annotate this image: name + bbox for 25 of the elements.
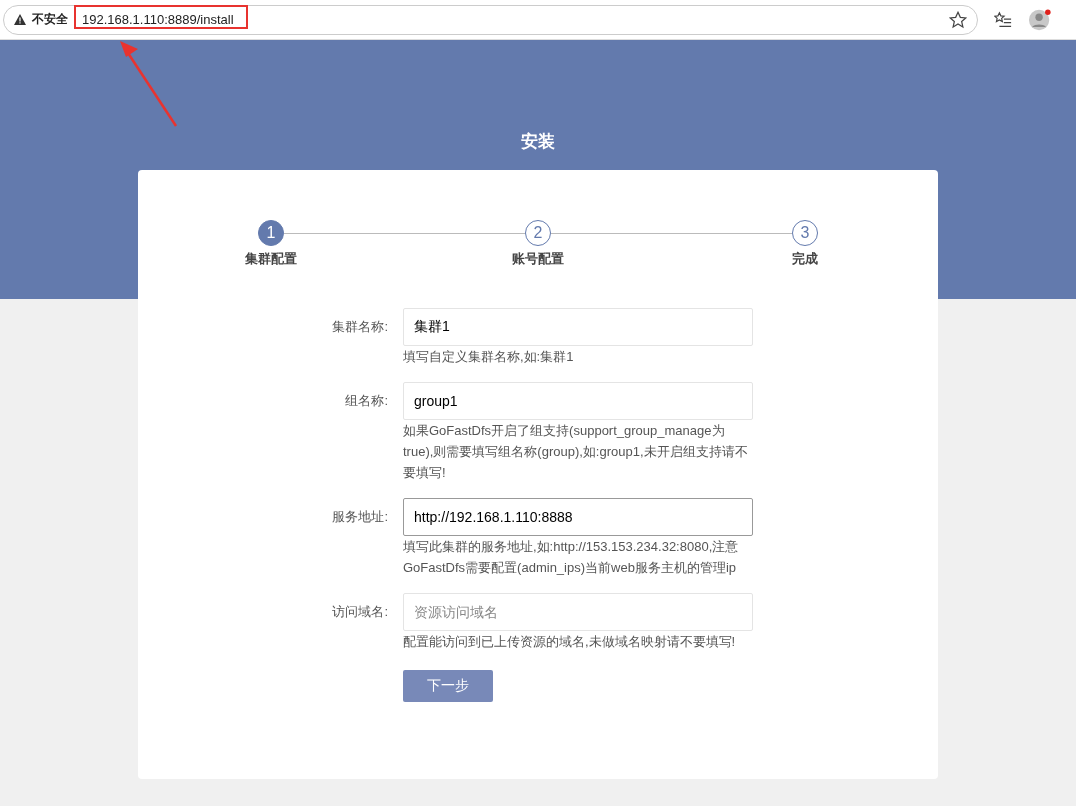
step-number[interactable]: 1 — [258, 220, 284, 246]
step-number[interactable]: 3 — [792, 220, 818, 246]
help-text: 如果GoFastDfs开启了组支持(support_group_manage为true),则需要填写组名称(group),如:group1,未开启组支持请不要填写! — [403, 422, 749, 482]
security-label[interactable]: 不安全 — [32, 11, 68, 28]
step-label: 账号配置 — [512, 250, 564, 268]
avatar-icon[interactable] — [1028, 7, 1052, 32]
page-title: 安装 — [521, 131, 555, 153]
input-field[interactable]: group1 — [403, 382, 753, 420]
url-text[interactable]: 192.168.1.110:8889/install — [82, 12, 949, 27]
help-text: 填写自定义集群名称,如:集群1 — [403, 348, 575, 366]
warning-icon — [14, 14, 26, 25]
step-label: 完成 — [792, 250, 818, 268]
field-label: 服务地址: — [331, 508, 389, 526]
help-text: 配置能访问到已上传资源的域名,未做域名映射请不要填写! — [403, 633, 737, 651]
step-label: 集群配置 — [245, 250, 297, 268]
field-label: 组名称: — [344, 392, 389, 410]
input-field[interactable]: http://192.168.1.110:8888 — [403, 498, 753, 536]
reading-list-icon[interactable] — [994, 10, 1012, 29]
star-icon[interactable] — [949, 10, 967, 29]
input-field[interactable]: 资源访问域名 — [403, 593, 753, 631]
input-field[interactable]: 集群1 — [403, 308, 753, 346]
field-label: 集群名称: — [331, 318, 389, 336]
help-text: 填写此集群的服务地址,如:http://153.153.234.32:8080,注意GoFastDfs需要配置(admin_ips)当前web服务主机的管理ip — [403, 538, 740, 577]
field-label: 访问域名: — [331, 603, 389, 621]
step-number[interactable]: 2 — [525, 220, 551, 246]
